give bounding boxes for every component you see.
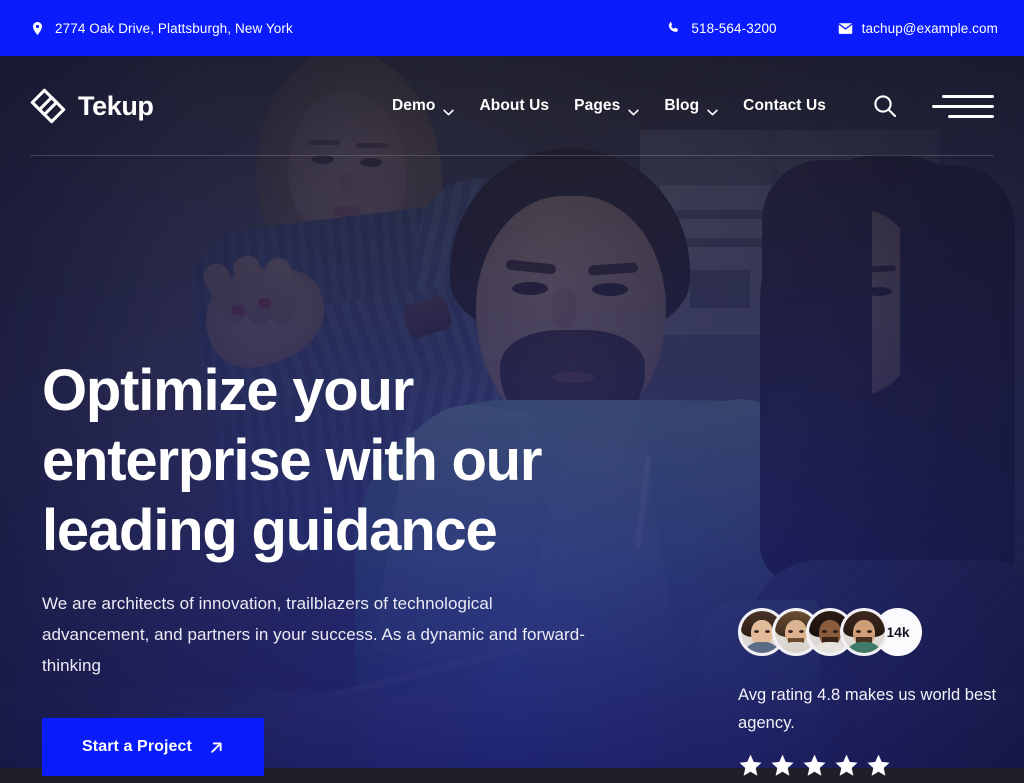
top-contact-bar: 2774 Oak Drive, Plattsburgh, New York 51… [0,0,1024,56]
star-icon [738,753,763,778]
avatar-eye [754,630,759,633]
nav-label: About Us [479,97,550,114]
map-pin-icon [30,20,45,37]
hero-subtext: We are architects of innovation, trailbl… [42,594,585,675]
chevron-down-icon [628,103,640,115]
brand-name: Tekup [78,90,154,121]
diamond-layers-logo-icon [30,88,66,124]
nav-label: Contact Us [743,97,826,114]
avatar-eye [833,630,838,633]
nav-label: Demo [392,97,436,114]
menu-line [932,104,994,108]
hero-headline: Optimize your enterprise with our leadin… [42,358,542,563]
menu-line [948,114,994,118]
email-text: tachup@example.com [861,20,998,36]
star-icon [834,753,859,778]
phone-item[interactable]: 518-564-3200 [666,20,777,37]
phone-icon [666,20,681,37]
arrow-up-right-icon [209,740,224,755]
star-icon [802,753,827,778]
avatar-eye [867,630,872,633]
nav-label: Pages [574,97,621,114]
nav-item-contact-us[interactable]: Contact Us [743,97,826,115]
nav-item-pages[interactable]: Pages [574,97,640,115]
menu-line [942,94,994,98]
address-text: 2774 Oak Drive, Plattsburgh, New York [55,20,293,36]
chevron-down-icon [707,103,718,115]
nav-item-demo[interactable]: Demo [392,97,455,115]
avatar-eye [856,630,861,633]
rating-stars [738,753,1000,778]
site-header: Tekup Demo About Us Pages Blog Contact U… [0,56,1024,156]
brand-logo[interactable]: Tekup [30,88,154,124]
phone-text: 518-564-3200 [691,20,777,36]
search-icon[interactable] [872,93,898,119]
avatar-group: 14k [738,608,1000,656]
avatar-body [845,642,883,653]
avatar-eye [822,630,827,633]
chevron-down-icon [443,103,455,115]
hamburger-menu-icon[interactable] [932,94,994,118]
social-proof: 14k Avg rating 4.8 makes us world best a… [738,608,1000,778]
avatar-eye [788,630,793,633]
topbar-left-group: 2774 Oak Drive, Plattsburgh, New York [30,20,293,37]
header-actions [872,93,994,119]
avatar [840,608,888,656]
star-icon [866,753,891,778]
nav-item-blog[interactable]: Blog [664,97,718,115]
topbar-right-group: 518-564-3200 tachup@example.com [666,20,998,37]
primary-navigation: Demo About Us Pages Blog Contact Us [392,97,826,115]
nav-item-about-us[interactable]: About Us [479,97,549,115]
nav-label: Blog [664,97,700,114]
address-item[interactable]: 2774 Oak Drive, Plattsburgh, New York [30,20,293,37]
rating-text: Avg rating 4.8 makes us world best agenc… [738,686,997,732]
avatar-eye [765,630,770,633]
email-item[interactable]: tachup@example.com [837,20,998,37]
envelope-icon [837,20,852,37]
start-a-project-button[interactable]: Start a Project [42,718,264,776]
cta-label: Start a Project [82,738,192,755]
avatar-eye [799,630,804,633]
star-icon [770,753,795,778]
